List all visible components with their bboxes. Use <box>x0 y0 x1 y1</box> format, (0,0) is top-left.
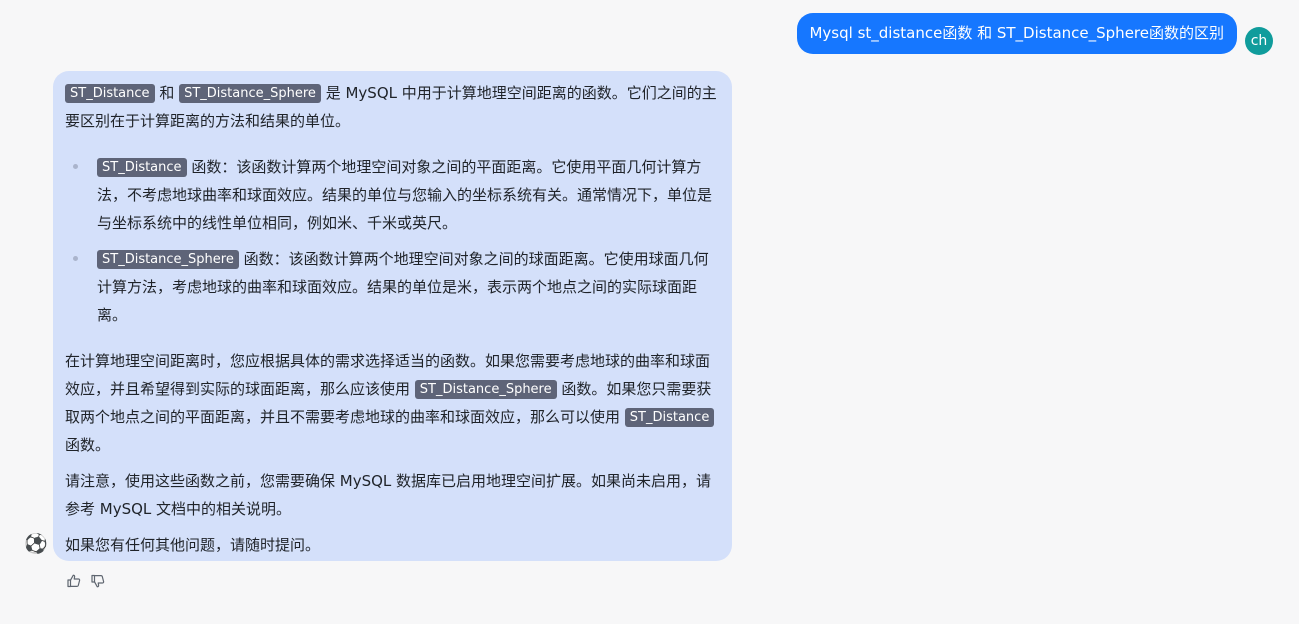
bullet-dot <box>73 164 78 169</box>
note-paragraph: 请注意，使用这些函数之前，您需要确保 MySQL 数据库已启用地理空间扩展。如果… <box>65 472 712 518</box>
inline-code: ST_Distance <box>65 84 155 103</box>
inline-code: ST_Distance_Sphere <box>414 380 557 399</box>
inline-code: ST_Distance_Sphere <box>179 84 321 103</box>
closing-paragraph: 如果您有任何其他问题，请随时提问。 <box>65 536 321 554</box>
thumbs-up-icon[interactable] <box>66 573 82 589</box>
intro-text-connector: 和 <box>154 84 180 102</box>
thumbs-down-icon[interactable] <box>90 573 106 589</box>
list-item: ST_Distance_Sphere 函数：该函数计算两个地理空间对象之间的球面… <box>65 245 720 329</box>
list-item: ST_Distance 函数：该函数计算两个地理空间对象之间的平面距离。它使用平… <box>65 153 720 237</box>
inline-code: ST_Distance_Sphere <box>97 250 239 269</box>
list-item-text: 函数：该函数计算两个地理空间对象之间的平面距离。它使用平面几何计算方法，不考虑地… <box>97 158 713 232</box>
inline-code: ST_Distance <box>624 408 715 427</box>
assistant-avatar: ⚽ <box>24 533 48 555</box>
feedback-bar <box>66 573 106 589</box>
recommendation-paragraph: 在计算地理空间距离时，您应根据具体的需求选择适当的函数。如果您需要考虑地球的曲率… <box>65 347 720 459</box>
inline-code: ST_Distance <box>97 158 187 177</box>
recommendation-text: 函数。 <box>65 436 111 454</box>
assistant-message-bubble: ST_Distance 和 ST_Distance_Sphere 是 MySQL… <box>53 71 732 561</box>
user-message-bubble: Mysql st_distance函数 和 ST_Distance_Sphere… <box>797 13 1237 54</box>
comparison-list: ST_Distance 函数：该函数计算两个地理空间对象之间的平面距离。它使用平… <box>65 153 720 329</box>
user-message-row: Mysql st_distance函数 和 ST_Distance_Sphere… <box>797 13 1273 55</box>
user-avatar[interactable]: ch <box>1245 27 1273 55</box>
chat-page: Mysql st_distance函数 和 ST_Distance_Sphere… <box>0 0 1299 624</box>
intro-paragraph: ST_Distance 和 ST_Distance_Sphere 是 MySQL… <box>65 79 720 135</box>
bullet-dot <box>73 256 78 261</box>
